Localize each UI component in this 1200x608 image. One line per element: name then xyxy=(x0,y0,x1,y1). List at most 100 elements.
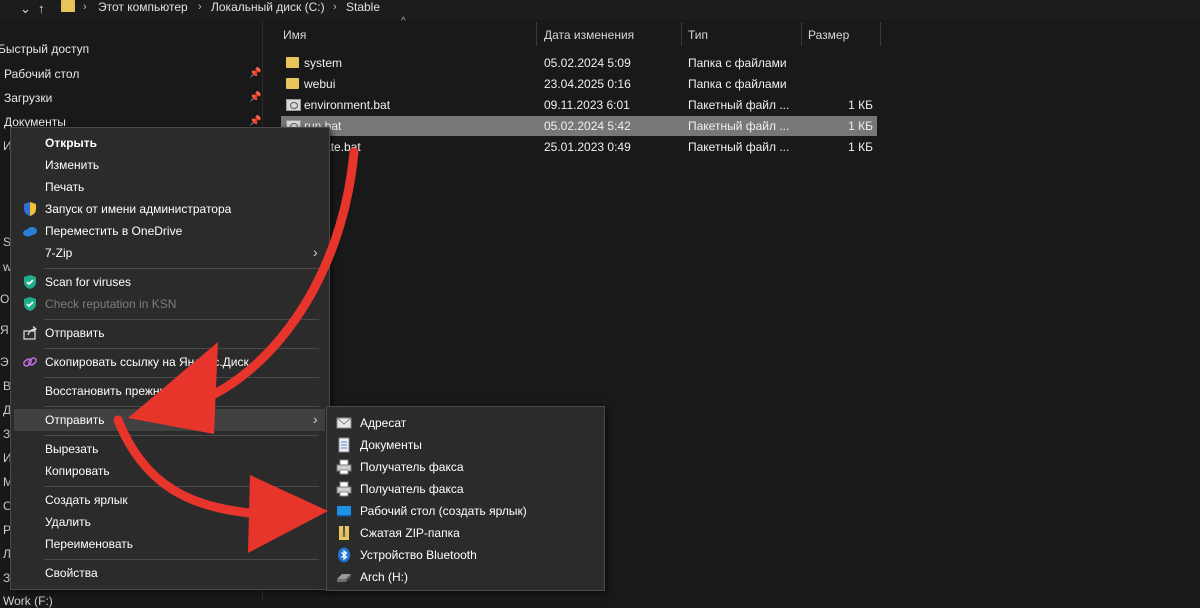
send-to-fax-recipient[interactable]: Получатель факса xyxy=(360,482,464,496)
send-to-desktop-shortcut[interactable]: Рабочий стол (создать ярлык) xyxy=(360,504,527,518)
breadcrumb-item[interactable]: Этот компьютер xyxy=(98,0,188,14)
menu-item-copy[interactable]: Копировать xyxy=(45,464,110,478)
up-arrow-icon[interactable]: ↑ xyxy=(38,1,45,16)
column-header-date[interactable]: Дата изменения xyxy=(544,28,634,42)
file-name: system xyxy=(304,56,343,70)
chevron-right-icon: › xyxy=(313,411,318,427)
breadcrumb-separator-icon: › xyxy=(83,1,87,13)
fax-icon xyxy=(336,481,352,497)
documents-icon xyxy=(336,437,352,453)
sidebar-item-desktop[interactable]: Рабочий стол xyxy=(4,67,79,81)
batch-file-icon xyxy=(286,99,301,111)
menu-item-cut[interactable]: Вырезать xyxy=(45,442,98,456)
column-header-size[interactable]: Размер xyxy=(808,28,849,42)
menu-item-create-shortcut[interactable]: Создать ярлык xyxy=(45,493,128,507)
menu-item-print[interactable]: Печать xyxy=(45,180,84,194)
kaspersky-icon xyxy=(22,296,38,312)
menu-item-share[interactable]: Отправить xyxy=(45,326,105,340)
file-size: 1 КБ xyxy=(848,98,873,112)
column-header-type[interactable]: Тип xyxy=(688,28,708,42)
file-date: 23.04.2025 0:16 xyxy=(544,77,631,91)
file-type: Пакетный файл ... xyxy=(688,140,790,154)
breadcrumb-item[interactable]: Локальный диск (C:) xyxy=(211,0,325,14)
column-divider[interactable] xyxy=(536,22,537,46)
column-divider[interactable] xyxy=(681,22,682,46)
menu-separator xyxy=(44,377,319,378)
menu-item-rename[interactable]: Переименовать xyxy=(45,537,133,551)
file-type: Пакетный файл ... xyxy=(688,119,790,133)
kaspersky-icon xyxy=(22,274,38,290)
fax-icon xyxy=(336,459,352,475)
menu-item-7zip[interactable]: 7-Zip xyxy=(45,246,72,260)
menu-item-send-to[interactable]: Отправить xyxy=(45,413,105,427)
pin-icon: 📌 xyxy=(249,68,262,79)
file-date: 05.02.2024 5:42 xyxy=(544,119,631,133)
pin-icon: 📌 xyxy=(249,116,262,127)
file-name: environment.bat xyxy=(304,98,391,112)
file-row[interactable]: system 05.02.2024 5:09 Папка с файлами xyxy=(281,53,877,73)
file-row-selected[interactable]: run.bat 05.02.2024 5:42 Пакетный файл ..… xyxy=(281,116,877,136)
zip-folder-icon xyxy=(336,525,352,541)
send-to-submenu: Адресат Документы Получатель факса Получ… xyxy=(326,406,605,591)
menu-item-restore-version[interactable]: Восстановить прежнюю версию xyxy=(45,384,222,398)
menu-item-edit[interactable]: Изменить xyxy=(45,158,99,172)
file-size: 1 КБ xyxy=(848,119,873,133)
pin-icon: 📌 xyxy=(249,92,262,103)
desktop-icon xyxy=(336,503,352,519)
address-bar: ⌄ ↑ › Этот компьютер › Локальный диск (C… xyxy=(0,0,1200,20)
file-size: 1 КБ xyxy=(848,140,873,154)
menu-separator xyxy=(44,268,319,269)
menu-separator xyxy=(44,406,319,407)
menu-separator xyxy=(44,319,319,320)
sidebar-item-partial[interactable]: O xyxy=(0,292,9,306)
menu-separator xyxy=(44,559,319,560)
cloud-icon xyxy=(22,223,38,239)
folder-icon xyxy=(286,57,299,68)
file-row[interactable]: environment.bat 09.11.2023 6:01 Пакетный… xyxy=(281,95,877,115)
file-row[interactable]: update.bat 25.01.2023 0:49 Пакетный файл… xyxy=(281,137,877,157)
menu-separator xyxy=(44,348,319,349)
file-type: Папка с файлами xyxy=(688,56,787,70)
menu-separator xyxy=(44,435,319,436)
sidebar-item-quick-access[interactable]: Быстрый доступ xyxy=(0,42,89,56)
sidebar-item-downloads[interactable]: Загрузки xyxy=(4,91,52,105)
menu-item-open[interactable]: Открыть xyxy=(45,136,97,150)
folder-icon xyxy=(286,78,299,89)
menu-item-properties[interactable]: Свойства xyxy=(45,566,98,580)
share-icon xyxy=(22,325,38,341)
send-to-documents[interactable]: Документы xyxy=(360,438,422,452)
mail-recipient-icon xyxy=(336,415,352,431)
column-divider[interactable] xyxy=(801,22,802,46)
column-header-name[interactable]: Имя xyxy=(283,28,306,42)
sidebar-item-partial[interactable]: Я xyxy=(0,323,9,337)
sidebar-item-partial[interactable]: Э xyxy=(0,355,9,369)
context-menu: Открыть Изменить Печать Запуск от имени … xyxy=(10,127,330,590)
send-to-mail-recipient[interactable]: Адресат xyxy=(360,416,406,430)
chevron-down-icon[interactable]: ⌄ xyxy=(20,1,31,17)
menu-item-move-to-onedrive[interactable]: Переместить в OneDrive xyxy=(45,224,182,238)
chevron-right-icon: › xyxy=(313,244,318,260)
menu-item-check-reputation: Check reputation in KSN xyxy=(45,297,177,311)
sidebar-item-work-drive[interactable]: Work (F:) xyxy=(3,594,53,608)
file-name: webui xyxy=(304,77,336,91)
file-type: Пакетный файл ... xyxy=(688,98,790,112)
send-to-fax-recipient[interactable]: Получатель факса xyxy=(360,460,464,474)
menu-item-scan-viruses[interactable]: Scan for viruses xyxy=(45,275,131,289)
link-icon xyxy=(22,354,38,370)
menu-item-run-as-admin[interactable]: Запуск от имени администратора xyxy=(45,202,231,216)
column-divider[interactable] xyxy=(880,22,881,46)
drive-icon xyxy=(336,569,352,585)
menu-separator xyxy=(44,486,319,487)
send-to-arch-drive[interactable]: Arch (H:) xyxy=(360,570,408,584)
menu-item-delete[interactable]: Удалить xyxy=(45,515,91,529)
sort-ascending-icon: ^ xyxy=(401,16,406,27)
send-to-zip-folder[interactable]: Сжатая ZIP-папка xyxy=(360,526,460,540)
menu-item-copy-yandex-link[interactable]: Скопировать ссылку на Яндекс.Диск xyxy=(45,355,249,369)
file-date: 05.02.2024 5:09 xyxy=(544,56,631,70)
breadcrumb-separator-icon: › xyxy=(333,1,337,13)
send-to-bluetooth[interactable]: Устройство Bluetooth xyxy=(360,548,477,562)
file-type: Папка с файлами xyxy=(688,77,787,91)
file-row[interactable]: webui 23.04.2025 0:16 Папка с файлами xyxy=(281,74,877,94)
folder-icon xyxy=(61,0,75,12)
breadcrumb-item[interactable]: Stable xyxy=(346,0,380,14)
